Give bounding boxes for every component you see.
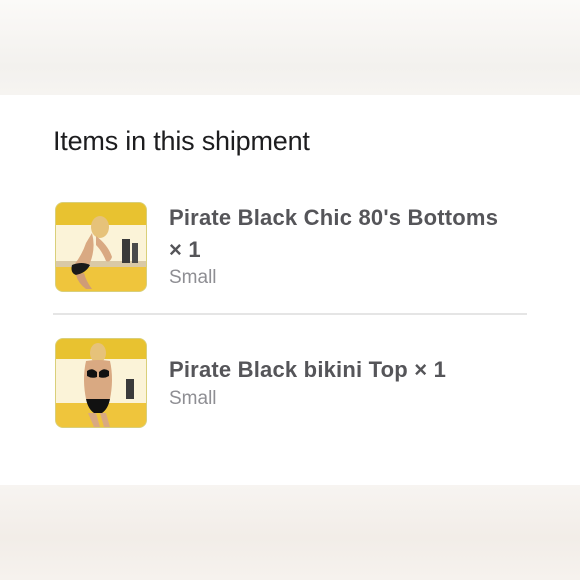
shipment-item-bottoms[interactable]: Pirate Black Chic 80's Bottoms × 1 Small [55, 202, 535, 292]
section-title: Items in this shipment [53, 126, 310, 156]
product-thumbnail[interactable] [55, 202, 147, 292]
shipment-item-top[interactable]: Pirate Black bikini Top × 1 Small [55, 338, 535, 428]
item-variant: Small [169, 388, 217, 409]
product-photo-icon [56, 203, 146, 291]
item-name: Pirate Black Chic 80's Bottoms × 1 [169, 205, 499, 262]
background-top [0, 0, 580, 95]
item-variant: Small [169, 267, 217, 288]
product-photo-icon [56, 339, 146, 427]
product-thumbnail[interactable] [55, 338, 147, 428]
item-divider [53, 313, 527, 315]
item-name: Pirate Black bikini Top × 1 [169, 357, 447, 382]
background-bottom [0, 485, 580, 580]
